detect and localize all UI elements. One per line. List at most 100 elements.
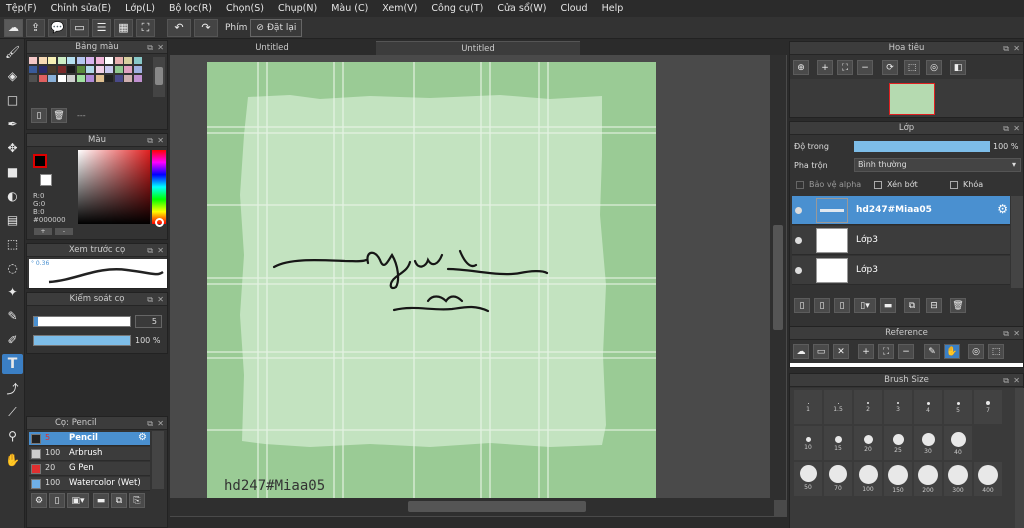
magic-wand-icon[interactable]: ✦: [2, 282, 23, 302]
copy-brush-icon[interactable]: ⧉: [111, 493, 127, 508]
brush-size-cell[interactable]: 1: [794, 390, 822, 424]
folder-icon[interactable]: ▬: [93, 493, 109, 508]
layer-row[interactable]: Lớp3: [792, 226, 1010, 255]
menu-view[interactable]: Xem(V): [382, 3, 417, 14]
color-swatch[interactable]: [48, 75, 56, 82]
foreground-color[interactable]: [33, 154, 47, 168]
ref-hand-icon[interactable]: ✋: [944, 344, 960, 359]
color-swatch[interactable]: [48, 66, 56, 73]
gear-icon[interactable]: ⚙: [138, 432, 147, 443]
background-color[interactable]: [40, 174, 52, 186]
brush-row[interactable]: 5 Pencil ⚙: [29, 432, 150, 446]
tab-untitled-2[interactable]: Untitled: [376, 41, 580, 55]
layer-row[interactable]: Lớp3: [792, 256, 1010, 285]
color-sv-picker[interactable]: [78, 150, 150, 224]
horizontal-scrollbar[interactable]: [170, 498, 774, 516]
blend-mode-select[interactable]: Bình thường ▾: [854, 158, 1021, 172]
new-layer-icon[interactable]: ▯: [794, 298, 810, 313]
undock-icon[interactable]: ⧉: [147, 134, 153, 147]
color-swatch[interactable]: [86, 66, 94, 73]
pen-tool-icon[interactable]: ✒: [2, 114, 23, 134]
close-icon[interactable]: ✕: [1013, 327, 1020, 340]
menu-layer[interactable]: Lớp(L): [125, 3, 155, 14]
color-swatch[interactable]: [114, 75, 123, 82]
brush-tool-icon[interactable]: 🖌: [2, 42, 23, 62]
close-icon[interactable]: ✕: [157, 41, 164, 54]
color-swatch[interactable]: [57, 57, 66, 64]
remove-color-button[interactable]: -: [55, 228, 73, 235]
color-swatch[interactable]: [105, 75, 113, 82]
brush-size-cell[interactable]: 4: [914, 390, 942, 424]
alpha-protect-checkbox[interactable]: [796, 181, 804, 189]
delete-palette-icon[interactable]: 🗑: [51, 108, 67, 123]
select-pen-icon[interactable]: ✎: [2, 306, 23, 326]
visibility-icon[interactable]: [795, 237, 802, 244]
message-icon[interactable]: ▭: [70, 18, 89, 37]
ref-eyedropper-icon[interactable]: ✎: [924, 344, 940, 359]
color-swatch[interactable]: [133, 57, 142, 64]
color-swatch[interactable]: [67, 75, 75, 82]
cloud-reference-icon[interactable]: ☁: [793, 344, 809, 359]
menu-file[interactable]: Tệp(F): [6, 3, 37, 14]
color-swatch[interactable]: [124, 66, 132, 73]
brush-size-cell[interactable]: 200: [914, 462, 942, 496]
brush-size-cell[interactable]: 15: [824, 426, 852, 460]
close-icon[interactable]: ✕: [1013, 42, 1020, 55]
color-swatch[interactable]: [76, 75, 85, 82]
brush-size-cell[interactable]: 40: [944, 426, 972, 460]
brush-size-cell[interactable]: 400: [974, 462, 1002, 496]
list-icon[interactable]: ☰: [92, 18, 111, 37]
color-swatch[interactable]: [29, 57, 37, 64]
redo-icon[interactable]: ↷: [194, 18, 218, 37]
move-tool-icon[interactable]: ✥: [2, 138, 23, 158]
brush-size-cell[interactable]: 300: [944, 462, 972, 496]
hand-tool-icon[interactable]: ✋: [2, 450, 23, 470]
close-icon[interactable]: ✕: [157, 134, 164, 147]
menu-select[interactable]: Chọn(S): [226, 3, 264, 14]
color-swatch[interactable]: [76, 66, 85, 73]
menu-color[interactable]: Màu (C): [331, 3, 368, 14]
color-swatch[interactable]: [105, 66, 113, 73]
color-swatch[interactable]: [29, 75, 37, 82]
brush-row[interactable]: 100 Arbrush: [29, 447, 150, 461]
comment-icon[interactable]: 💬: [48, 18, 67, 37]
menu-tools[interactable]: Công cụ(T): [431, 3, 483, 14]
brush-row[interactable]: 20 G Pen: [29, 462, 150, 476]
brush-row[interactable]: 100 Watercolor (Wet): [29, 477, 150, 491]
merge-layer-icon[interactable]: ⊟: [926, 298, 942, 313]
brush-size-cell[interactable]: 70: [824, 462, 852, 496]
lasso-tool-icon[interactable]: ◌: [2, 258, 23, 278]
brush-list-scrollbar[interactable]: [152, 431, 164, 489]
undo-icon[interactable]: ↶: [167, 18, 191, 37]
color-swatch[interactable]: [67, 57, 75, 64]
navigator-viewport[interactable]: [889, 83, 935, 115]
undock-icon[interactable]: ⧉: [1003, 374, 1009, 387]
reset-button[interactable]: ⊘ Đặt lại: [250, 18, 303, 37]
clipping-checkbox[interactable]: [874, 181, 882, 189]
tab-untitled-1[interactable]: Untitled: [174, 41, 370, 55]
color-swatch[interactable]: [124, 75, 132, 82]
fill-rect-tool-icon[interactable]: ■: [2, 162, 23, 182]
undock-icon[interactable]: ⧉: [147, 417, 153, 430]
brush-size-cell[interactable]: 50: [794, 462, 822, 496]
color-swatch[interactable]: [67, 66, 75, 73]
gradient-tool-icon[interactable]: ▤: [2, 210, 23, 230]
brush-size-value[interactable]: 5: [135, 315, 162, 328]
color-swatch[interactable]: [86, 57, 94, 64]
brush-size-cell[interactable]: 5: [944, 390, 972, 424]
color-swatch[interactable]: [105, 57, 113, 64]
layer-row[interactable]: hd247#Miaa05 ⚙: [792, 196, 1010, 225]
text-tool-icon[interactable]: T: [2, 354, 23, 374]
new-layer-2-icon[interactable]: ▯: [814, 298, 830, 313]
reference-view[interactable]: [790, 363, 1023, 367]
close-icon[interactable]: ✕: [1013, 374, 1020, 387]
visibility-icon[interactable]: [795, 267, 802, 274]
color-swatch[interactable]: [124, 57, 132, 64]
brush-size-cell[interactable]: 100: [854, 462, 882, 496]
undock-icon[interactable]: ⧉: [147, 41, 153, 54]
brush-size-cell[interactable]: 1.5: [824, 390, 852, 424]
brush-size-cell[interactable]: 20: [854, 426, 882, 460]
divide-tool-icon[interactable]: ⟋: [2, 402, 23, 422]
eyedropper-icon[interactable]: ⚲: [2, 426, 23, 446]
close-icon[interactable]: ✕: [157, 417, 164, 430]
